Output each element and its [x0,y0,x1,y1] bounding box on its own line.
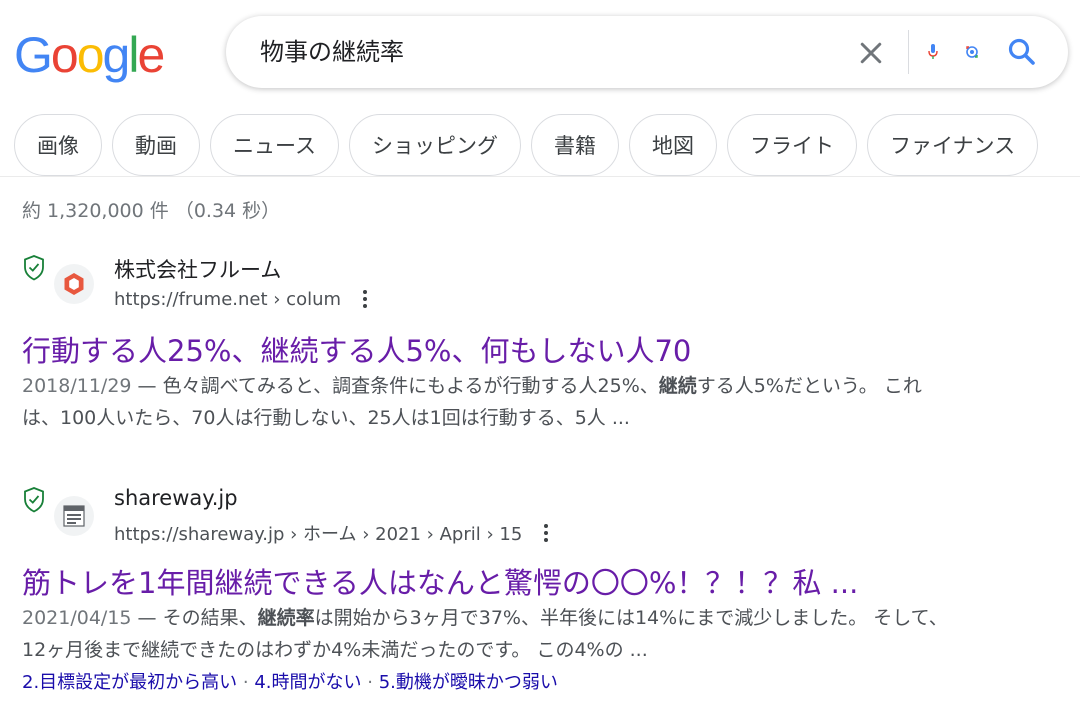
snippet-dash: — [131,375,163,397]
search-divider [908,30,909,74]
logo-letter: l [128,27,139,83]
logo-letter: o [50,27,79,83]
search-result: 株式会社フルーム https://frume.net › colum 行動する人… [22,254,962,444]
chip-maps[interactable]: 地図 [628,114,717,176]
verified-shield-icon [24,255,44,281]
site-url[interactable]: https://shareway.jp › ホーム › 2021 › April… [114,520,522,546]
shareway-logo-icon [63,505,85,527]
result-title-link[interactable]: 筋トレを1年間継続できる人はなんと驚愕の〇〇%！？！？私 ... [22,560,858,602]
more-options-icon[interactable] [357,288,373,310]
search-icon[interactable] [1006,36,1038,68]
search-filter-chips: 画像 動画 ニュース ショッピング 書籍 地図 フライト ファイナンス [14,114,1039,176]
sitelink-separator: · [237,672,255,693]
site-url-row: https://frume.net › colum [114,288,373,310]
sitelink-separator: · [361,672,379,693]
result-date: 2021/04/15 [22,607,132,629]
result-title-link[interactable]: 行動する人25%、継続する人5%、何もしない人70 [22,328,691,370]
frume-logo-icon [64,273,84,295]
result-stats: 約 1,320,000 件 （0.34 秒） [22,200,281,222]
result-sitelinks: 2.目標設定が最初から高い · 4.時間がない · 5.動機が曖昧かつ弱い [22,668,558,694]
chip-shopping[interactable]: ショッピング [348,114,521,176]
chip-images[interactable]: 画像 [14,114,102,176]
site-url-row: https://shareway.jp › ホーム › 2021 › April… [114,520,554,546]
sitelink[interactable]: 2.目標設定が最初から高い [22,672,237,693]
site-name[interactable]: 株式会社フルーム [114,254,281,284]
verified-shield-icon [24,487,44,513]
sitelink[interactable]: 4.時間がない [254,672,361,693]
snippet-highlight: 継続率 [257,607,315,629]
result-date: 2018/11/29 [22,375,132,397]
sitelink[interactable]: 5.動機が曖昧かつ弱い [379,672,558,693]
microphone-icon[interactable] [926,42,940,62]
header-divider [0,176,1080,177]
chip-finance[interactable]: ファイナンス [866,114,1039,176]
more-options-icon[interactable] [538,522,554,544]
result-snippet: 2018/11/29 — 色々調べてみると、調査条件にもよるが行動する人25%、… [22,370,952,434]
search-input[interactable]: 物事の継続率 [260,36,404,68]
chip-books[interactable]: 書籍 [530,114,619,176]
snippet-dash: — [131,607,163,629]
search-box[interactable]: 物事の継続率 [226,16,1068,88]
site-name[interactable]: shareway.jp [114,486,238,510]
site-favicon[interactable] [54,264,94,304]
chip-videos[interactable]: 動画 [112,114,200,176]
search-result: shareway.jp https://shareway.jp › ホーム › … [22,486,962,702]
chip-flights[interactable]: フライト [726,114,857,176]
chip-news[interactable]: ニュース [210,114,339,176]
site-favicon[interactable] [54,496,94,536]
clear-icon[interactable] [856,38,886,68]
logo-letter: e [137,27,165,83]
snippet-text: 色々調べてみると、調査条件にもよるが行動する人25%、 [162,375,659,397]
logo-letter: o [76,27,105,83]
google-lens-icon[interactable] [964,44,980,60]
site-url[interactable]: https://frume.net › colum [114,289,341,310]
logo-letter: g [102,27,131,83]
snippet-text: その結果、 [162,607,258,629]
snippet-highlight: 継続 [658,375,697,397]
google-logo[interactable]: Google [14,26,165,84]
result-snippet: 2021/04/15 — その結果、継続率は開始から3ヶ月で37%、半年後には1… [22,602,952,666]
logo-letter: G [14,27,53,83]
